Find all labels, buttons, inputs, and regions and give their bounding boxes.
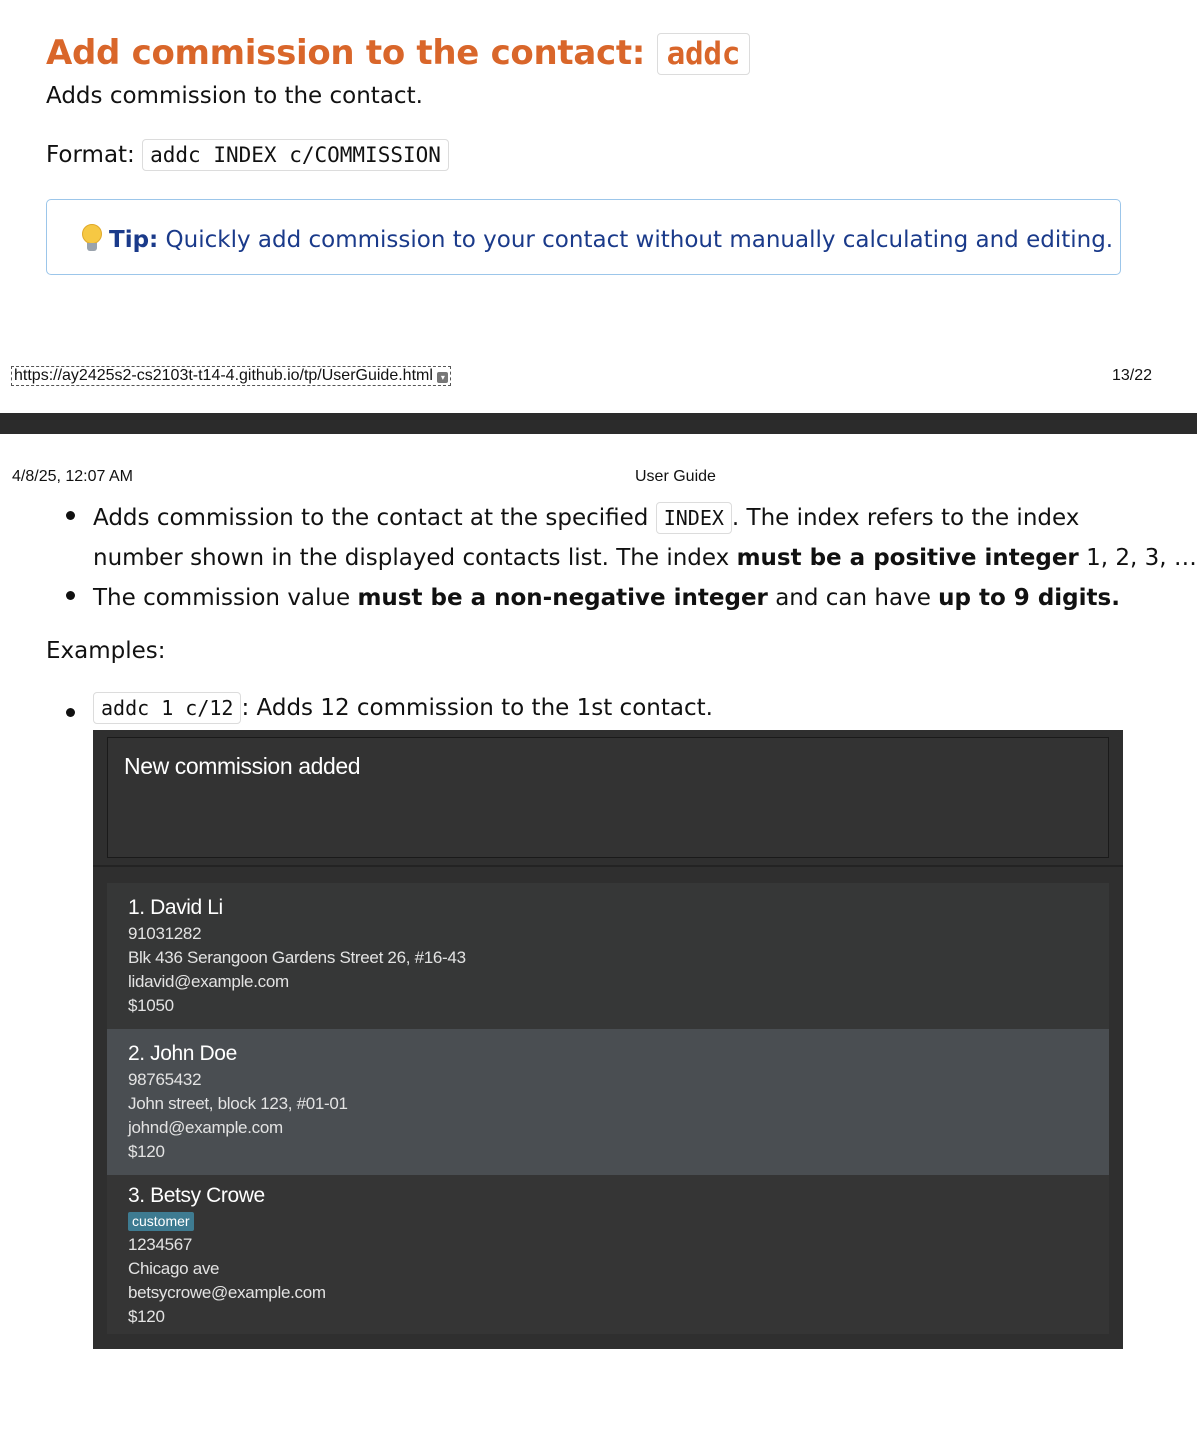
- contact-card[interactable]: 3. Betsy Crowe customer 1234567 Chicago …: [107, 1175, 1109, 1334]
- heading-text: Add commission to the contact:: [46, 33, 657, 74]
- tip-text: Quickly add commission to your contact w…: [158, 227, 1114, 253]
- lightbulb-icon: [81, 224, 103, 252]
- header-date: 4/8/25, 12:07 AM: [12, 468, 133, 485]
- contact-commission: $1050: [128, 996, 174, 1015]
- print-header: 4/8/25, 12:07 AM User Guide: [0, 466, 1197, 488]
- contact-address: Chicago ave: [128, 1259, 220, 1278]
- contact-card[interactable]: 1. David Li 91031282 Blk 436 Serangoon G…: [107, 883, 1109, 1029]
- example-text: : Adds 12 commission to the 1st contact.: [241, 695, 713, 721]
- panel-divider: [93, 865, 1123, 867]
- command-description: Adds commission to the contact.: [46, 83, 423, 109]
- rule-emphasis: up to 9 digits.: [938, 585, 1120, 611]
- section-heading: Add commission to the contact: addc: [46, 33, 751, 76]
- example-code: addc 1 c/12: [93, 692, 242, 724]
- list-item: Adds commission to the contact at the sp…: [62, 498, 1197, 578]
- footer-url-text: https://ay2425s2-cs2103t-t14-4.github.io…: [14, 367, 433, 384]
- contact-name: 2. John Doe: [128, 1042, 237, 1065]
- page-divider: [0, 413, 1197, 434]
- contact-phone: 91031282: [128, 924, 202, 943]
- tip-box: Tip: Quickly add commission to your cont…: [46, 199, 1121, 275]
- result-display: New commission added: [107, 737, 1109, 858]
- contact-name: 3. Betsy Crowe: [128, 1184, 265, 1207]
- contact-commission: $120: [128, 1142, 165, 1161]
- app-screenshot: New commission added 1. David Li 9103128…: [93, 730, 1123, 1349]
- contact-tag: customer: [128, 1212, 194, 1231]
- list-item: addc 1 c/12: Adds 12 commission to the 1…: [62, 692, 713, 724]
- contact-address: Blk 436 Serangoon Gardens Street 26, #16…: [128, 948, 466, 967]
- print-footer: https://ay2425s2-cs2103t-t14-4.github.io…: [0, 362, 1197, 390]
- footer-page-number: 13/22: [1112, 367, 1153, 384]
- contact-email: johnd@example.com: [128, 1118, 283, 1137]
- contact-card-selected[interactable]: 2. John Doe 98765432 John street, block …: [107, 1029, 1109, 1175]
- contact-email: lidavid@example.com: [128, 972, 289, 991]
- heading-command-code: addc: [656, 33, 751, 76]
- index-code: INDEX: [655, 502, 732, 534]
- contact-name: 1. David Li: [128, 896, 223, 919]
- rule-emphasis: must be a non-negative integer: [357, 585, 768, 611]
- contact-phone: 1234567: [128, 1235, 193, 1254]
- dropdown-icon: ▾: [437, 372, 449, 383]
- examples-list: addc 1 c/12: Adds 12 commission to the 1…: [62, 692, 713, 724]
- format-label: Format:: [46, 142, 143, 168]
- contact-commission: $120: [128, 1307, 165, 1326]
- format-code: addc INDEX c/COMMISSION: [142, 139, 449, 171]
- rule-text: The commission value: [93, 585, 358, 611]
- contact-address: John street, block 123, #01-01: [128, 1094, 348, 1113]
- rule-text: number shown in the displayed contacts l…: [93, 545, 737, 571]
- result-message: New commission added: [124, 753, 361, 779]
- footer-url-link[interactable]: https://ay2425s2-cs2103t-t14-4.github.io…: [11, 366, 452, 386]
- format-line: Format: addc INDEX c/COMMISSION: [46, 139, 449, 171]
- rule-text: and can have: [767, 585, 939, 611]
- examples-label: Examples:: [46, 638, 166, 664]
- rules-list: Adds commission to the contact at the sp…: [62, 498, 1197, 618]
- header-title: User Guide: [635, 468, 716, 485]
- list-item: The commission value must be a non-negat…: [62, 578, 1197, 618]
- contact-email: betsycrowe@example.com: [128, 1283, 326, 1302]
- rule-text: . The index refers to the index: [731, 505, 1080, 531]
- rule-text: 1, 2, 3, …: [1078, 545, 1197, 571]
- rule-text: Adds commission to the contact at the sp…: [93, 505, 656, 531]
- contact-phone: 98765432: [128, 1070, 202, 1089]
- tip-label: Tip:: [109, 227, 159, 253]
- rule-emphasis: must be a positive integer: [736, 545, 1079, 571]
